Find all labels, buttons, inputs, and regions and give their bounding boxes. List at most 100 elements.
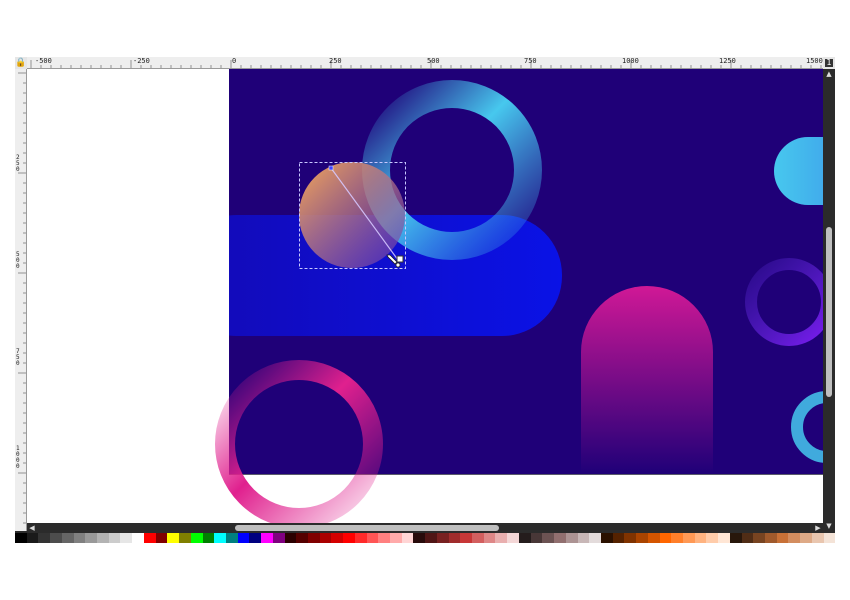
color-swatch[interactable] xyxy=(565,533,578,543)
color-swatch[interactable] xyxy=(237,533,250,543)
editor-window: 🔒 -500 -250 0 250 500 750 1000 1250 1500… xyxy=(15,57,835,543)
color-swatch[interactable] xyxy=(143,533,156,543)
color-swatch[interactable] xyxy=(542,533,555,543)
color-swatch[interactable] xyxy=(624,533,637,543)
color-swatch[interactable] xyxy=(530,533,543,543)
color-swatch[interactable] xyxy=(577,533,590,543)
lock-guides-button[interactable]: 🔒 xyxy=(15,57,27,69)
color-swatch[interactable] xyxy=(261,533,273,543)
color-swatch[interactable] xyxy=(729,533,742,543)
gradient-end-handle xyxy=(396,255,404,263)
ruler-label: 750 xyxy=(16,348,20,367)
color-swatch[interactable] xyxy=(788,533,801,543)
ruler-label: 1000 xyxy=(622,57,639,65)
horizontal-scroll-thumb[interactable] xyxy=(235,525,499,531)
color-swatch[interactable] xyxy=(483,533,496,543)
ruler-label: 500 xyxy=(427,57,440,65)
lock-icon: 🔒 xyxy=(15,57,27,68)
color-swatch[interactable] xyxy=(50,533,62,543)
color-swatch[interactable] xyxy=(495,533,508,543)
scroll-down-icon[interactable]: ▼ xyxy=(823,521,835,531)
color-swatch[interactable] xyxy=(214,533,226,543)
color-swatch[interactable] xyxy=(472,533,484,543)
color-swatch[interactable] xyxy=(436,533,449,543)
drawing-canvas[interactable] xyxy=(27,69,823,531)
color-palette[interactable] xyxy=(15,533,835,543)
gradient-orb-shape xyxy=(299,162,405,268)
color-swatch[interactable] xyxy=(331,533,344,543)
color-swatch[interactable] xyxy=(659,533,672,543)
color-swatch[interactable] xyxy=(296,533,308,543)
color-swatch[interactable] xyxy=(600,533,613,543)
color-swatch[interactable] xyxy=(636,533,648,543)
ruler-label: 250 xyxy=(329,57,342,65)
ruler-label: 1000 xyxy=(16,445,20,470)
color-swatch[interactable] xyxy=(753,533,765,543)
color-swatch[interactable] xyxy=(776,533,789,543)
color-swatch[interactable] xyxy=(155,533,168,543)
ruler-label: -500 xyxy=(35,57,52,65)
color-swatch[interactable] xyxy=(823,533,835,543)
color-swatch[interactable] xyxy=(647,533,660,543)
color-swatch[interactable] xyxy=(307,533,320,543)
pink-arch-shape xyxy=(581,286,713,474)
color-swatch[interactable] xyxy=(800,533,812,543)
color-swatch[interactable] xyxy=(706,533,719,543)
color-swatch[interactable] xyxy=(343,533,355,543)
scroll-right-icon[interactable]: ▶ xyxy=(813,523,823,533)
color-swatch[interactable] xyxy=(319,533,332,543)
ruler-label: 750 xyxy=(524,57,537,65)
ruler-label: 1500 xyxy=(806,57,823,65)
ruler-label: -250 xyxy=(133,57,150,65)
color-swatch[interactable] xyxy=(354,533,367,543)
color-swatch[interactable] xyxy=(694,533,707,543)
color-swatch[interactable] xyxy=(741,533,754,543)
color-swatch[interactable] xyxy=(378,533,390,543)
color-swatch[interactable] xyxy=(507,533,519,543)
color-swatch[interactable] xyxy=(811,533,824,543)
horizontal-ruler[interactable]: -500 -250 0 250 500 750 1000 1250 1500 xyxy=(27,57,823,69)
color-swatch[interactable] xyxy=(460,533,473,543)
color-swatch[interactable] xyxy=(132,533,144,543)
color-swatch[interactable] xyxy=(249,533,262,543)
color-swatch[interactable] xyxy=(179,533,191,543)
color-swatch[interactable] xyxy=(85,533,98,543)
color-swatch[interactable] xyxy=(190,533,203,543)
color-swatch[interactable] xyxy=(671,533,683,543)
scroll-up-icon[interactable]: ▲ xyxy=(823,69,835,79)
color-swatch[interactable] xyxy=(26,533,39,543)
color-swatch[interactable] xyxy=(413,533,426,543)
vertical-ruler[interactable]: 250 500 750 1000 xyxy=(15,69,27,531)
color-swatch[interactable] xyxy=(167,533,180,543)
color-swatch[interactable] xyxy=(612,533,625,543)
toggle-ruler-button[interactable]: 1 xyxy=(823,57,835,69)
vertical-scroll-thumb[interactable] xyxy=(826,227,832,397)
vertical-scrollbar[interactable]: ▲ ▼ xyxy=(823,69,835,531)
color-swatch[interactable] xyxy=(765,533,777,543)
color-swatch[interactable] xyxy=(61,533,74,543)
color-swatch[interactable] xyxy=(589,533,601,543)
color-swatch[interactable] xyxy=(225,533,238,543)
color-swatch[interactable] xyxy=(448,533,461,543)
scroll-left-icon[interactable]: ◀ xyxy=(27,523,37,533)
ruler-label: 1250 xyxy=(719,57,736,65)
color-swatch[interactable] xyxy=(425,533,437,543)
color-swatch[interactable] xyxy=(518,533,531,543)
color-swatch[interactable] xyxy=(682,533,695,543)
color-swatch[interactable] xyxy=(718,533,730,543)
color-swatch[interactable] xyxy=(401,533,414,543)
horizontal-scrollbar[interactable]: ◀ ▶ xyxy=(27,523,823,533)
color-swatch[interactable] xyxy=(120,533,133,543)
color-swatch[interactable] xyxy=(390,533,402,543)
color-swatch[interactable] xyxy=(73,533,86,543)
color-swatch[interactable] xyxy=(284,533,297,543)
color-swatch[interactable] xyxy=(108,533,121,543)
color-swatch[interactable] xyxy=(554,533,566,543)
color-swatch[interactable] xyxy=(202,533,215,543)
ruler-label: 0 xyxy=(232,57,237,65)
color-swatch[interactable] xyxy=(15,533,27,543)
color-swatch[interactable] xyxy=(366,533,379,543)
color-swatch[interactable] xyxy=(38,533,51,543)
color-swatch[interactable] xyxy=(97,533,109,543)
color-swatch[interactable] xyxy=(272,533,285,543)
